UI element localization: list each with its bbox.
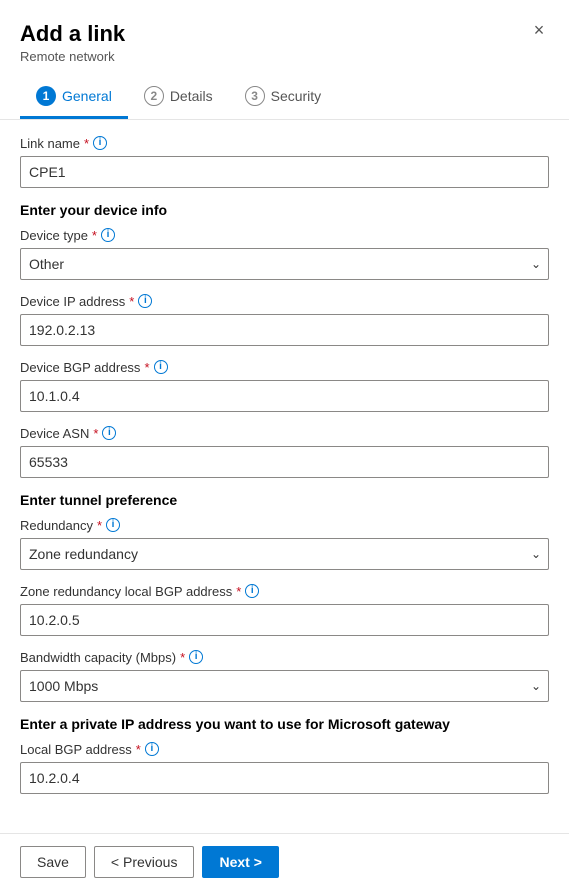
tab-security-num: 3	[245, 86, 265, 106]
zone-bgp-info-icon[interactable]: i	[245, 584, 259, 598]
dialog-body: Link name * i Enter your device info Dev…	[0, 120, 569, 833]
tab-bar: 1 General 2 Details 3 Security	[20, 76, 549, 119]
dialog-title: Add a link	[20, 20, 549, 49]
zone-bgp-input[interactable]	[20, 604, 549, 636]
add-link-dialog: Add a link Remote network × 1 General 2 …	[0, 0, 569, 890]
bandwidth-field-group: Bandwidth capacity (Mbps) * i 500 Mbps 1…	[20, 650, 549, 702]
tab-details[interactable]: 2 Details	[128, 76, 229, 119]
redundancy-select[interactable]: Zone redundancy No redundancy	[20, 538, 549, 570]
device-type-info-icon[interactable]: i	[101, 228, 115, 242]
required-star: *	[84, 136, 89, 151]
save-button[interactable]: Save	[20, 846, 86, 878]
close-button[interactable]: ×	[525, 16, 553, 44]
zone-bgp-field-group: Zone redundancy local BGP address * i	[20, 584, 549, 636]
redundancy-field-group: Redundancy * i Zone redundancy No redund…	[20, 518, 549, 570]
device-asn-info-icon[interactable]: i	[102, 426, 116, 440]
required-star-6: *	[97, 518, 102, 533]
next-button[interactable]: Next >	[202, 846, 278, 878]
tab-details-label: Details	[170, 88, 213, 104]
bandwidth-info-icon[interactable]: i	[189, 650, 203, 664]
previous-button[interactable]: < Previous	[94, 846, 195, 878]
section2-heading: Enter tunnel preference	[20, 492, 549, 508]
local-bgp-field-group: Local BGP address * i	[20, 742, 549, 794]
device-ip-info-icon[interactable]: i	[138, 294, 152, 308]
dialog-footer: Save < Previous Next >	[0, 833, 569, 890]
device-asn-field-group: Device ASN * i	[20, 426, 549, 478]
tab-general-num: 1	[36, 86, 56, 106]
link-name-input[interactable]	[20, 156, 549, 188]
device-type-select-wrapper: Other ⌄	[20, 248, 549, 280]
link-name-label: Link name * i	[20, 136, 549, 151]
local-bgp-input[interactable]	[20, 762, 549, 794]
device-type-label: Device type * i	[20, 228, 549, 243]
bandwidth-select-wrapper: 500 Mbps 1000 Mbps 2000 Mbps 5000 Mbps ⌄	[20, 670, 549, 702]
bandwidth-select[interactable]: 500 Mbps 1000 Mbps 2000 Mbps 5000 Mbps	[20, 670, 549, 702]
device-asn-label: Device ASN * i	[20, 426, 549, 441]
device-bgp-info-icon[interactable]: i	[154, 360, 168, 374]
dialog-subtitle: Remote network	[20, 49, 549, 64]
tab-security[interactable]: 3 Security	[229, 76, 338, 119]
required-star-4: *	[144, 360, 149, 375]
section1-heading: Enter your device info	[20, 202, 549, 218]
device-type-select[interactable]: Other	[20, 248, 549, 280]
link-name-field-group: Link name * i	[20, 136, 549, 188]
device-bgp-label: Device BGP address * i	[20, 360, 549, 375]
device-bgp-input[interactable]	[20, 380, 549, 412]
tab-details-num: 2	[144, 86, 164, 106]
required-star-8: *	[180, 650, 185, 665]
zone-bgp-label: Zone redundancy local BGP address * i	[20, 584, 549, 599]
tab-security-label: Security	[271, 88, 322, 104]
section3-heading: Enter a private IP address you want to u…	[20, 716, 549, 732]
required-star-5: *	[93, 426, 98, 441]
dialog-header: Add a link Remote network × 1 General 2 …	[0, 0, 569, 120]
required-star-7: *	[236, 584, 241, 599]
device-ip-field-group: Device IP address * i	[20, 294, 549, 346]
device-ip-input[interactable]	[20, 314, 549, 346]
redundancy-select-wrapper: Zone redundancy No redundancy ⌄	[20, 538, 549, 570]
required-star-3: *	[129, 294, 134, 309]
local-bgp-label: Local BGP address * i	[20, 742, 549, 757]
required-star-2: *	[92, 228, 97, 243]
link-name-info-icon[interactable]: i	[93, 136, 107, 150]
redundancy-info-icon[interactable]: i	[106, 518, 120, 532]
device-bgp-field-group: Device BGP address * i	[20, 360, 549, 412]
tab-general-label: General	[62, 88, 112, 104]
required-star-9: *	[136, 742, 141, 757]
tab-general[interactable]: 1 General	[20, 76, 128, 119]
device-ip-label: Device IP address * i	[20, 294, 549, 309]
bandwidth-label: Bandwidth capacity (Mbps) * i	[20, 650, 549, 665]
local-bgp-info-icon[interactable]: i	[145, 742, 159, 756]
device-type-field-group: Device type * i Other ⌄	[20, 228, 549, 280]
device-asn-input[interactable]	[20, 446, 549, 478]
redundancy-label: Redundancy * i	[20, 518, 549, 533]
